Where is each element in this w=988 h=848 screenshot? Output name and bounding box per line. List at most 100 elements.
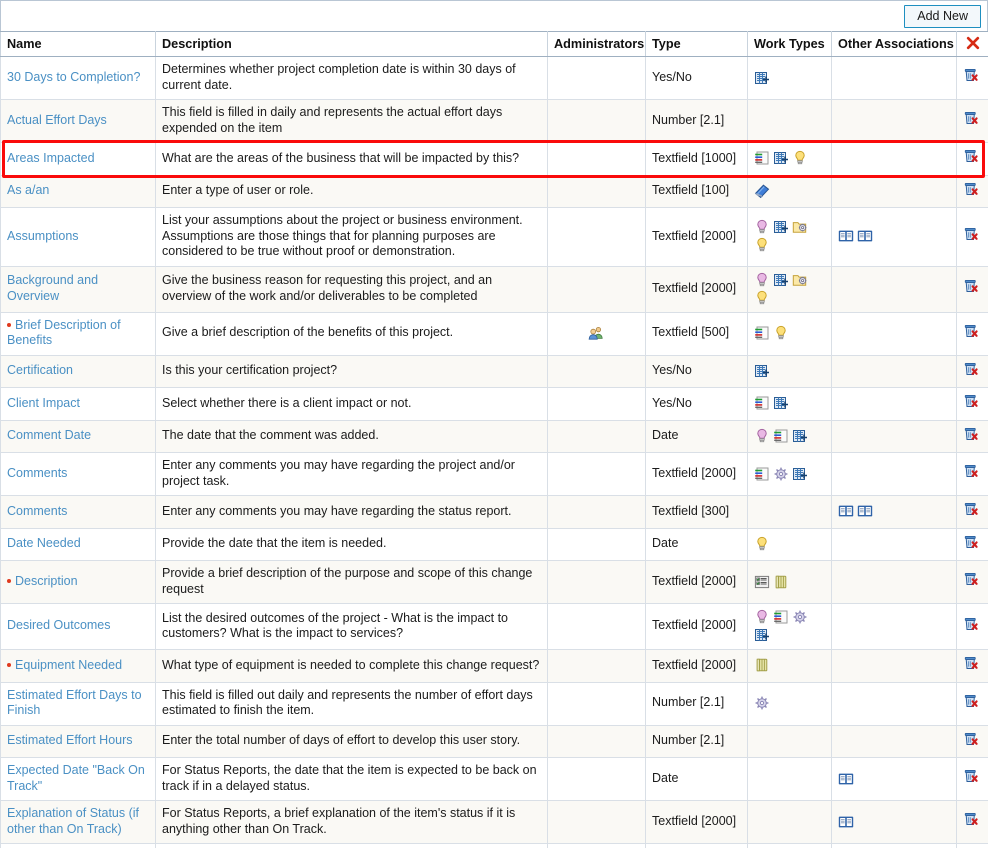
lightbulb-yellow-icon[interactable] (754, 290, 771, 306)
building-blue-icon[interactable] (773, 219, 790, 235)
column-header-delete-all[interactable] (956, 31, 988, 57)
cell-other-associations (831, 603, 957, 650)
list-lines-icon[interactable] (754, 325, 771, 341)
cell-name: Comment Date (0, 419, 156, 453)
list-lines-icon[interactable] (773, 609, 790, 625)
delete-trash-icon[interactable] (963, 501, 980, 517)
delete-trash-icon[interactable] (963, 110, 980, 126)
delete-trash-icon[interactable] (963, 463, 980, 479)
field-name-link[interactable]: Equipment Needed (15, 658, 122, 672)
field-name-link[interactable]: Estimated Effort Days to Finish (7, 688, 142, 718)
field-name-link[interactable]: Certification (7, 363, 73, 377)
list-lines-icon[interactable] (754, 150, 771, 166)
delete-trash-icon[interactable] (963, 534, 980, 550)
field-name-link[interactable]: 30 Days to Completion? (7, 70, 140, 84)
field-name-link[interactable]: Comments (7, 466, 67, 480)
building-blue-icon[interactable] (754, 627, 771, 643)
gear-purple-icon[interactable] (773, 466, 790, 482)
cell-description: Enter any comments you may have regardin… (155, 495, 548, 529)
lightbulb-yellow-icon[interactable] (773, 325, 790, 341)
field-name-link[interactable]: Date Needed (7, 536, 81, 550)
delete-trash-icon[interactable] (963, 361, 980, 377)
field-name-link[interactable]: Estimated Effort Hours (7, 733, 133, 747)
column-header-type[interactable]: Type (645, 31, 748, 57)
building-blue-icon[interactable] (792, 466, 809, 482)
cell-delete (956, 419, 988, 453)
field-name-link[interactable]: Comments (7, 504, 67, 518)
gear-purple-icon[interactable] (792, 609, 809, 625)
lightbulb-pink-icon[interactable] (754, 428, 771, 444)
lightbulb-yellow-icon[interactable] (754, 536, 771, 552)
lightbulb-yellow-icon[interactable] (792, 150, 809, 166)
lightbulb-pink-icon[interactable] (754, 609, 771, 625)
building-blue-icon[interactable] (792, 428, 809, 444)
cell-other-associations (831, 495, 957, 529)
field-name-link[interactable]: Actual Effort Days (7, 113, 107, 127)
column-header-name[interactable]: Name (0, 31, 156, 57)
building-blue-icon[interactable] (754, 363, 771, 379)
list-lines-icon[interactable] (773, 428, 790, 444)
folder-gear-icon[interactable] (792, 272, 809, 288)
open-book-icon[interactable] (857, 228, 874, 244)
gear-purple-icon[interactable] (754, 695, 771, 711)
field-name-link[interactable]: Background and Overview (7, 273, 98, 303)
open-book-icon[interactable] (838, 814, 855, 830)
open-book-icon[interactable] (838, 228, 855, 244)
delete-trash-icon[interactable] (963, 426, 980, 442)
lightbulb-pink-icon[interactable] (754, 219, 771, 235)
lightbulb-pink-icon[interactable] (754, 272, 771, 288)
field-name-link[interactable]: Explanation of Status (if other than On … (7, 806, 139, 836)
delete-trash-icon[interactable] (963, 768, 980, 784)
cell-administrators (547, 495, 646, 529)
cell-work-types (747, 757, 832, 801)
add-new-button[interactable]: Add New (904, 4, 981, 28)
building-blue-icon[interactable] (773, 395, 790, 411)
delete-trash-icon[interactable] (963, 278, 980, 294)
field-name-link[interactable]: As a/an (7, 183, 49, 197)
column-header-other-associations[interactable]: Other Associations (831, 31, 957, 57)
field-name-link[interactable]: Assumptions (7, 229, 79, 243)
building-blue-icon[interactable] (773, 272, 790, 288)
open-book-icon[interactable] (838, 503, 855, 519)
building-blue-icon[interactable] (754, 70, 771, 86)
open-book-icon[interactable] (838, 771, 855, 787)
delete-trash-icon[interactable] (963, 693, 980, 709)
delete-trash-icon[interactable] (963, 67, 980, 83)
delete-trash-icon[interactable] (963, 148, 980, 164)
open-book-icon[interactable] (857, 503, 874, 519)
cell-description: Give the business reason for requesting … (155, 265, 548, 313)
delete-trash-icon[interactable] (963, 181, 980, 197)
list-lines-icon[interactable] (754, 395, 771, 411)
delete-trash-icon[interactable] (963, 393, 980, 409)
field-name-link[interactable]: Brief Description of Benefits (7, 318, 121, 348)
field-name-link[interactable]: Areas Impacted (7, 151, 95, 165)
delete-trash-icon[interactable] (963, 323, 980, 339)
field-name-link[interactable]: Description (15, 574, 78, 588)
field-name-link[interactable]: Client Impact (7, 396, 80, 410)
cell-name: Equipment Needed (0, 649, 156, 683)
olive-book-icon[interactable] (773, 574, 790, 590)
field-name-link[interactable]: Expected Date "Back On Track" (7, 763, 145, 793)
olive-book-icon[interactable] (754, 657, 771, 673)
column-header-work-types[interactable]: Work Types (747, 31, 832, 57)
checklist-grid-icon[interactable] (754, 574, 771, 590)
building-blue-icon[interactable] (773, 150, 790, 166)
column-header-administrators[interactable]: Administrators (547, 31, 646, 57)
delete-trash-icon[interactable] (963, 655, 980, 671)
delete-trash-icon[interactable] (963, 616, 980, 632)
lightbulb-yellow-icon[interactable] (754, 237, 771, 253)
delete-trash-icon[interactable] (963, 226, 980, 242)
cell-work-types (747, 207, 832, 267)
cell-type: Textfield [2000] (645, 603, 748, 650)
cell-work-types (747, 527, 832, 561)
blue-books-icon[interactable] (754, 183, 771, 199)
column-header-description[interactable]: Description (155, 31, 548, 57)
folder-gear-icon[interactable] (792, 219, 809, 235)
delete-trash-icon[interactable] (963, 571, 980, 587)
list-lines-icon[interactable] (754, 466, 771, 482)
delete-trash-icon[interactable] (963, 811, 980, 827)
users-group-icon[interactable] (588, 325, 605, 341)
field-name-link[interactable]: Desired Outcomes (7, 618, 111, 632)
field-name-link[interactable]: Comment Date (7, 428, 91, 442)
delete-trash-icon[interactable] (963, 731, 980, 747)
